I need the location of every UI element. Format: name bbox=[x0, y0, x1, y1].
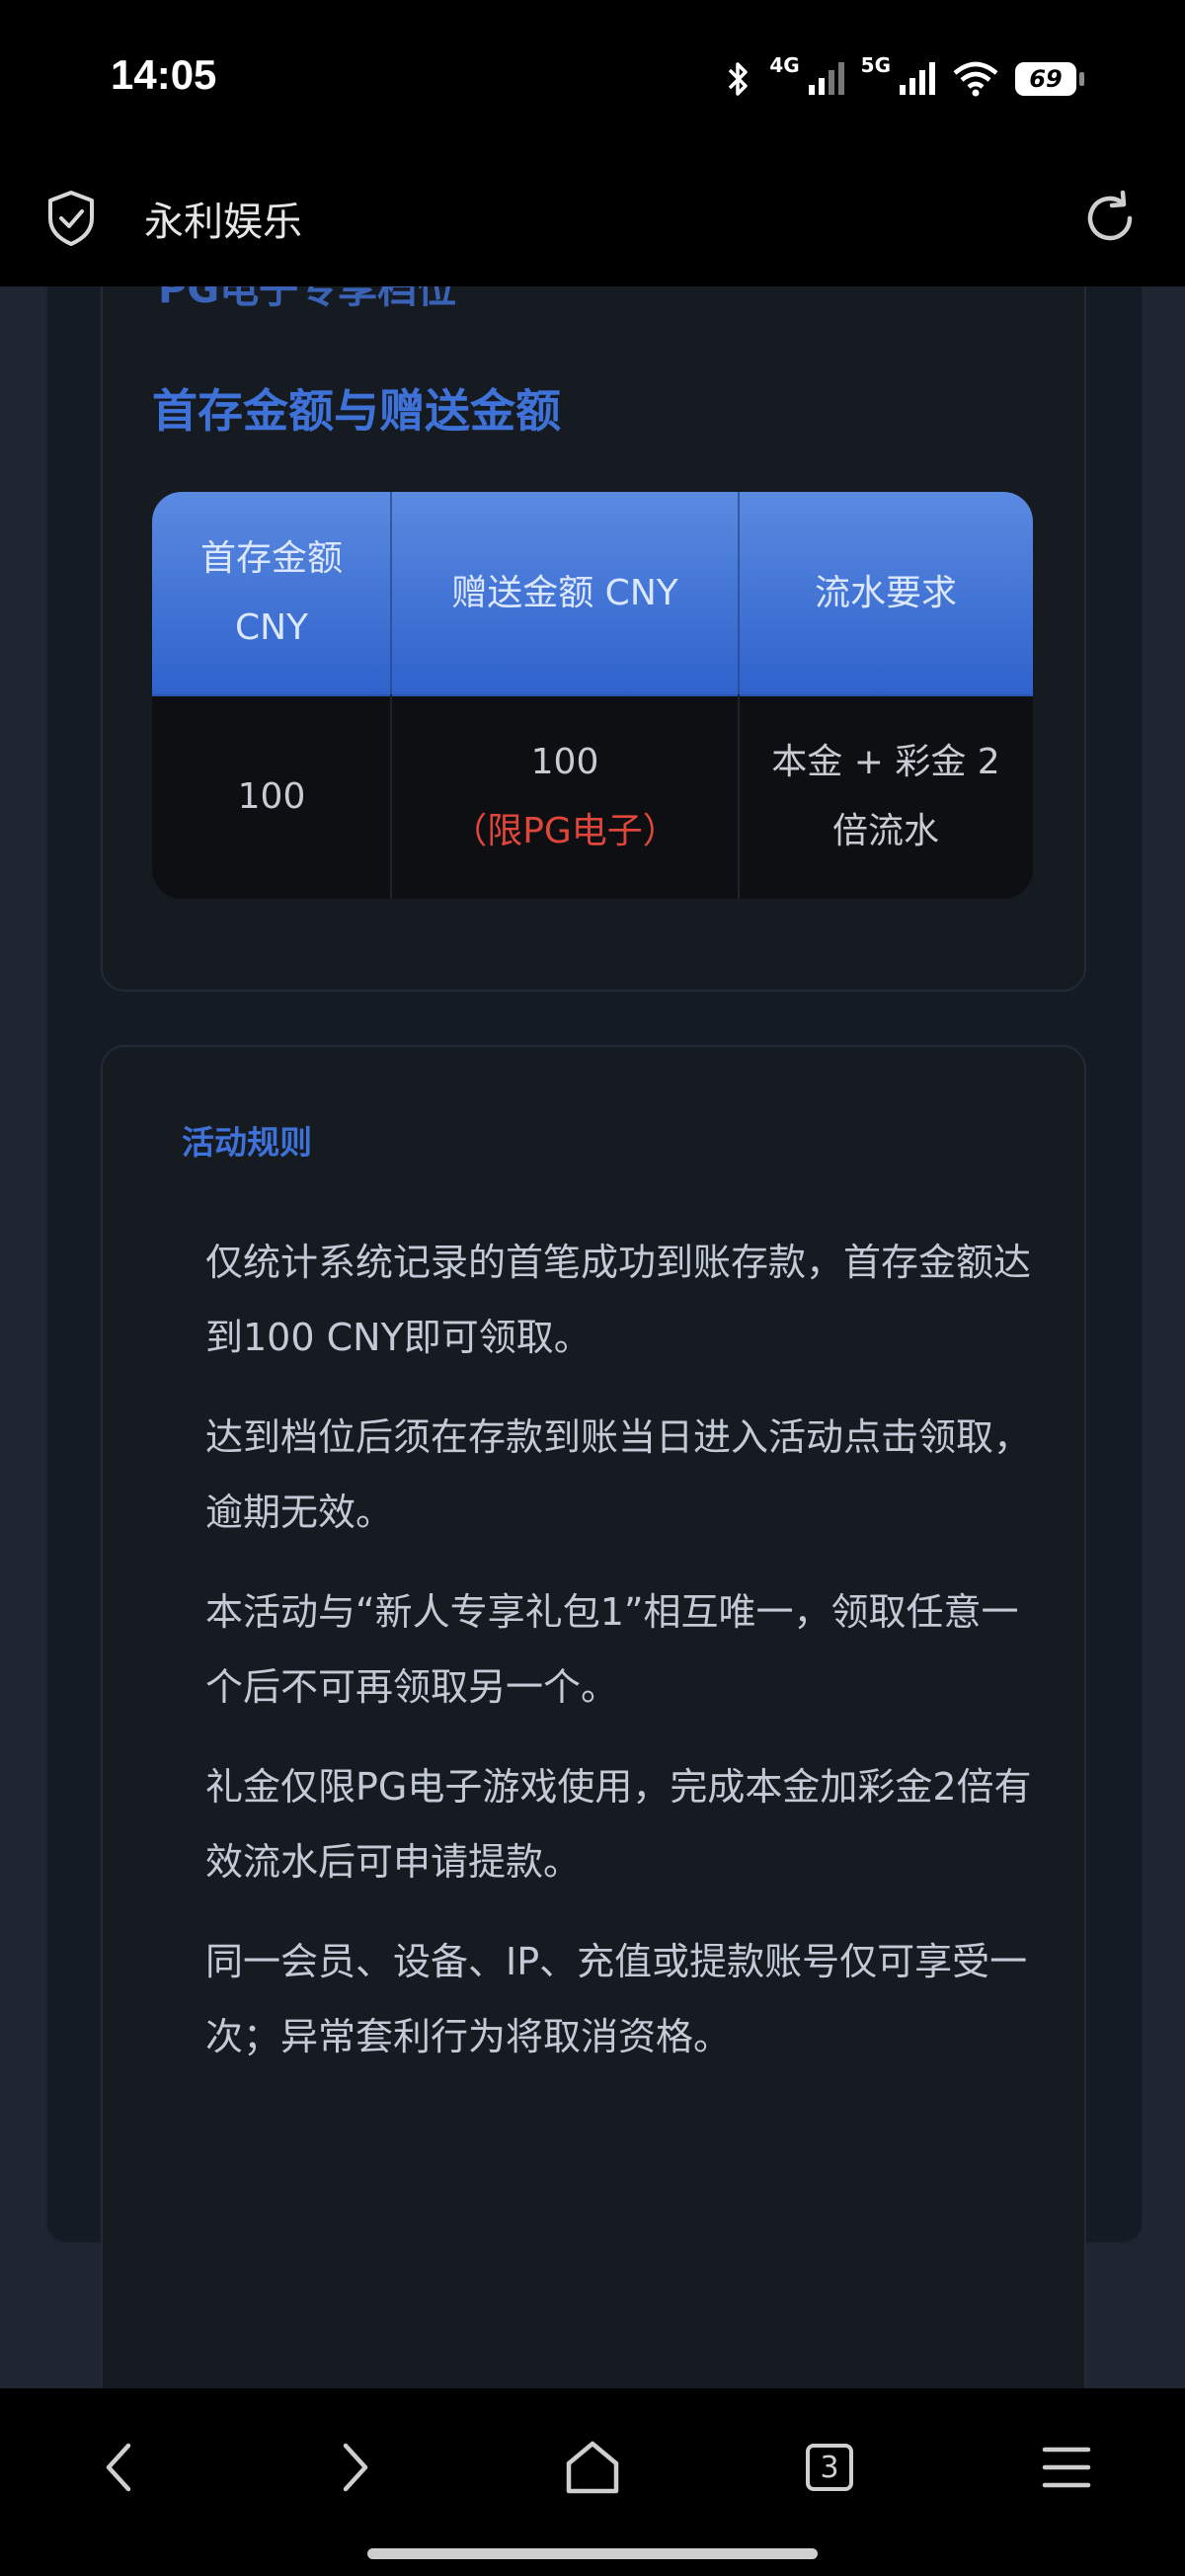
bonus-table: 首存金额 CNY 赠送金额 CNY 流水要求 100 100 （限PG电子） 本… bbox=[152, 492, 1033, 899]
status-time: 14:05 bbox=[111, 51, 217, 98]
tabs-button[interactable]: 3 bbox=[790, 2428, 869, 2507]
column-divider bbox=[390, 694, 392, 899]
header-deposit: 首存金额 CNY bbox=[199, 537, 343, 648]
page-content[interactable]: PG电子专享档位 首存金额与赠送金额 首存金额 CNY 赠送金额 CNY 流水要… bbox=[0, 286, 1185, 2388]
bonus-amount: 100 bbox=[530, 741, 599, 782]
rules-label: 活动规则 bbox=[182, 1123, 312, 1162]
gesture-home-bar[interactable] bbox=[367, 2548, 818, 2559]
tier-heading: PG电子专享档位 bbox=[158, 286, 457, 312]
list-item: 本活动与“新人专享礼包1”相互唯一，领取任意一个后不可再领取另一个。 bbox=[205, 1590, 1019, 1709]
bluetooth-icon bbox=[724, 59, 753, 99]
menu-button[interactable] bbox=[1027, 2428, 1106, 2507]
tabs-icon: 3 bbox=[806, 2444, 853, 2491]
back-button[interactable] bbox=[79, 2428, 158, 2507]
network-label-4g: 4G bbox=[769, 53, 800, 77]
network-label-5g: 5G bbox=[860, 53, 891, 77]
cell-turnover: 本金 + 彩金 2 倍流水 bbox=[771, 741, 1000, 851]
signal-icon bbox=[899, 61, 936, 97]
forward-button[interactable] bbox=[316, 2428, 395, 2507]
cell-deposit: 100 bbox=[237, 775, 306, 817]
battery-icon: 69 bbox=[1015, 62, 1084, 96]
column-divider bbox=[738, 694, 740, 899]
list-item: 仅统计系统记录的首笔成功到账存款，首存金额达到100 CNY即可领取。 bbox=[205, 1241, 1032, 1359]
back-icon bbox=[106, 2443, 131, 2492]
battery-level: 69 bbox=[1029, 65, 1063, 93]
signal-icon bbox=[808, 61, 845, 97]
list-item: 礼金仅限PG电子游戏使用，完成本金加彩金2倍有效流水后可申请提款。 bbox=[205, 1765, 1032, 1884]
status-bar: 14:05 4G 5G 69 bbox=[0, 0, 1185, 163]
browser-title-bar: 永利娱乐 bbox=[0, 163, 1185, 286]
reload-icon[interactable] bbox=[1078, 187, 1142, 254]
list-item: 同一会员、设备、IP、充值或提款账号仅可享受一次；异常套利行为将取消资格。 bbox=[205, 1940, 1028, 2058]
cell-bonus: 100 （限PG电子） bbox=[391, 694, 739, 899]
list-item: 达到档位后须在存款到账当日进入活动点击领取，逾期无效。 bbox=[205, 1415, 1032, 1534]
menu-icon bbox=[1042, 2447, 1091, 2488]
section-title: 首存金额与赠送金额 bbox=[152, 384, 561, 438]
rules-list: 仅统计系统记录的首笔成功到账存款，首存金额达到100 CNY即可领取。 达到档位… bbox=[205, 1225, 1051, 2099]
header-bonus: 赠送金额 CNY bbox=[451, 572, 678, 613]
shield-check-icon[interactable] bbox=[45, 189, 97, 252]
forward-icon bbox=[343, 2443, 368, 2492]
table-header: 首存金额 CNY 赠送金额 CNY 流水要求 bbox=[152, 492, 1033, 899]
home-icon bbox=[566, 2441, 619, 2494]
status-icons: 4G 5G 69 bbox=[724, 53, 1084, 103]
site-title: 永利娱乐 bbox=[144, 200, 302, 245]
home-button[interactable] bbox=[553, 2428, 632, 2507]
wifi-icon bbox=[952, 61, 999, 97]
bonus-restriction-note: （限PG电子） bbox=[451, 810, 678, 851]
header-turnover: 流水要求 bbox=[814, 572, 957, 613]
